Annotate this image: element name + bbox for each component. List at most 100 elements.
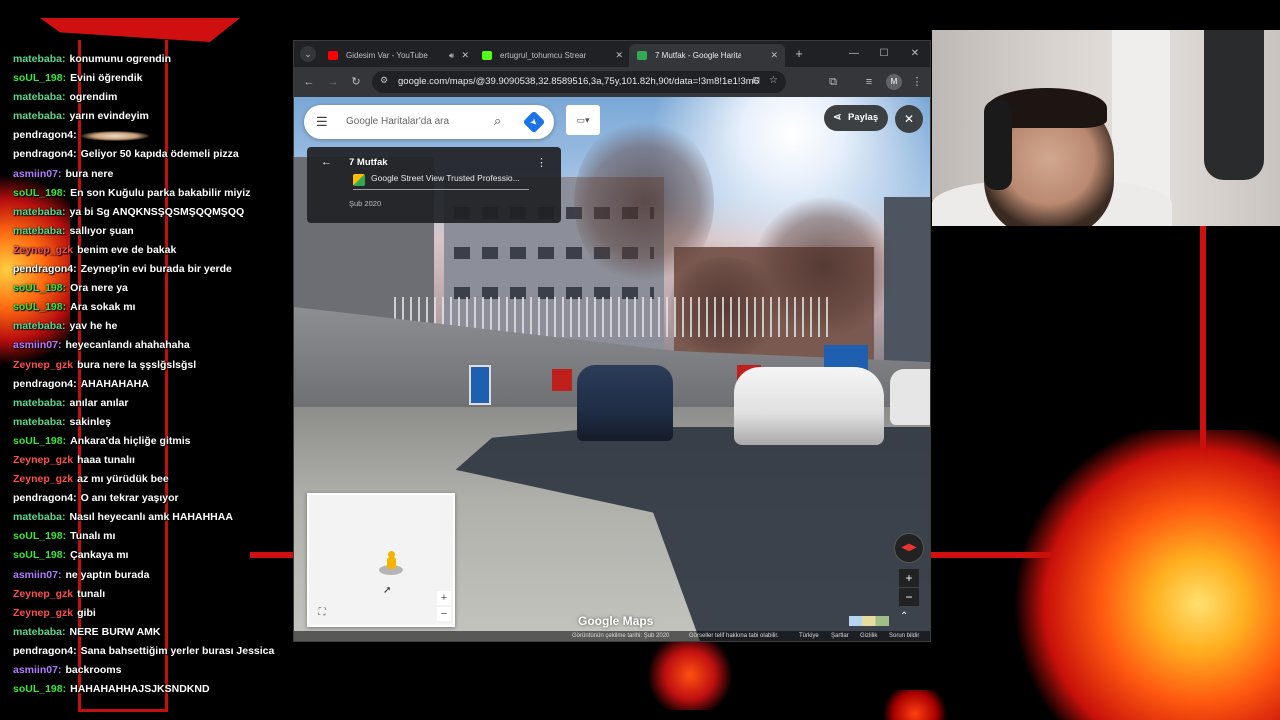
chat-username[interactable]: Zeynep_gzk [13,359,73,371]
back-arrow-icon[interactable]: ← [321,156,332,168]
chat-username[interactable]: Zeynep_gzk [13,607,73,619]
region-link[interactable]: Türkiye [799,631,819,641]
chat-message: matebaba: ogrendim [13,88,303,107]
mini-map[interactable]: ➚ ⛶ + − [307,493,455,627]
site-info-icon[interactable]: ⚙ [380,75,388,86]
chat-username[interactable]: pendragon4: [13,645,77,657]
chat-username[interactable]: soUL_198: [13,301,66,313]
close-tab-icon[interactable]: ✕ [615,44,623,67]
chat-emote-icon [80,130,149,141]
chat-message: soUL_198: Ara sokak mı [13,298,303,317]
forward-icon[interactable]: → [324,73,342,91]
capture-date-text: Görüntünün çekilme tarihi: Şub 2020 [572,633,670,639]
expand-map-icon[interactable]: ⛶ [315,607,329,621]
chat-username[interactable]: matebaba: [13,626,66,638]
close-window-button[interactable]: ✕ [903,44,927,64]
chat-username[interactable]: pendragon4: [13,129,77,141]
pegman-icon[interactable] [379,551,403,575]
chat-username[interactable]: matebaba: [13,91,66,103]
close-tab-icon[interactable]: ✕ [461,44,469,67]
extensions-icon[interactable]: ⧉ [824,73,842,91]
maps-search-box[interactable]: ☰ Google Haritalar'da ara ⌕ ➤ [304,105,554,139]
reload-icon[interactable]: ↻ [347,73,365,91]
more-options-icon[interactable]: ⋮ [536,156,547,169]
terms-link[interactable]: Şartlar [831,631,849,641]
expand-up-icon[interactable]: ⌃ [900,611,908,622]
chat-username[interactable]: matebaba: [13,511,66,523]
search-icon[interactable]: ⌕ [494,113,510,129]
chat-username[interactable]: asmiin07: [13,168,61,180]
profile-avatar[interactable]: M [886,74,902,90]
chat-username[interactable]: pendragon4: [13,148,77,160]
chat-message: pendragon4: O anı tekrar yaşıyor [13,489,303,508]
address-bar[interactable]: ⚙ google.com/maps/@39.9090538,32.8589516… [372,71,786,93]
chat-username[interactable]: matebaba: [13,206,66,218]
media-control-icon[interactable]: ≡ [860,73,878,91]
minimap-zoom-in-button[interactable]: + [437,591,451,605]
zoom-out-button[interactable]: − [899,588,919,606]
chat-username[interactable]: soUL_198: [13,187,66,199]
privacy-link[interactable]: Gizlilik [860,631,877,641]
tab-youtube[interactable]: Gidesim Var - YouTube 🔊︎ ✕ [320,44,476,67]
photo-author-link[interactable]: Google Street View Trusted Professio... [371,173,520,183]
tab-google-maps[interactable]: 7 Mutfak - Google Haritalar ✕ [629,44,785,67]
chat-username[interactable]: matebaba: [13,225,66,237]
zoom-in-button[interactable]: + [899,569,919,587]
chat-username[interactable]: matebaba: [13,416,66,428]
maximize-button[interactable]: ☐ [872,44,896,64]
install-app-icon[interactable]: ⊡ [752,75,760,86]
chat-username[interactable]: matebaba: [13,53,66,65]
chat-username[interactable]: asmiin07: [13,569,61,581]
chat-username[interactable]: pendragon4: [13,378,77,390]
chat-username[interactable]: asmiin07: [13,664,61,676]
hamburger-menu-icon[interactable]: ☰ [316,114,328,130]
chat-username[interactable]: matebaba: [13,320,66,332]
search-input[interactable]: Google Haritalar'da ara [346,105,449,139]
close-tab-icon[interactable]: ✕ [770,44,778,67]
directions-icon[interactable]: ➤ [522,110,546,134]
chat-username[interactable]: asmiin07: [13,339,61,351]
chat-username[interactable]: soUL_198: [13,549,66,561]
new-tab-button[interactable]: + [790,45,808,63]
chat-username[interactable]: soUL_198: [13,282,66,294]
compass-icon[interactable]: ◀▶ [894,533,924,563]
back-icon[interactable]: ← [300,73,318,91]
report-link[interactable]: Sorun bildir [889,631,919,641]
chat-text: ya bi Sg ANQKNSŞQSMŞQQMŞQQ [69,205,245,218]
bookmark-star-icon[interactable]: ☆ [769,75,778,86]
audio-icon[interactable]: 🔊︎ [449,44,454,67]
chat-text: AHAHAHAHA [80,377,149,390]
minimize-button[interactable]: — [842,44,866,64]
street-view-badge-icon [353,174,365,186]
tab-search-button[interactable]: ⌄ [300,46,316,62]
layers-button[interactable]: ▭▾ [566,105,600,135]
chat-username[interactable]: matebaba: [13,110,66,122]
fire-decoration [880,690,950,720]
chat-username[interactable]: Zeynep_gzk [13,454,73,466]
chat-username[interactable]: soUL_198: [13,435,66,447]
google-maps-logo: Google Maps [578,614,654,628]
chat-username[interactable]: Zeynep_gzk [13,473,73,485]
chat-text: O anı tekrar yaşıyor [80,492,179,505]
chat-username[interactable]: Zeynep_gzk [13,244,73,256]
blue-car [577,365,673,441]
chat-username[interactable]: pendragon4: [13,492,77,504]
tab-strip: ⌄ Gidesim Var - YouTube 🔊︎ ✕ ertugrul_to… [294,41,930,67]
street-view[interactable]: ☰ Google Haritalar'da ara ⌕ ➤ ▭▾ ← 7 Mut… [294,97,930,641]
share-button[interactable]: ⋖ Paylaş [824,105,888,131]
chat-username[interactable]: soUL_198: [13,683,66,695]
chat-username[interactable]: soUL_198: [13,530,66,542]
chat-username[interactable]: pendragon4: [13,263,77,275]
chat-text: Zeynep'in evi burada bir yerde [80,263,232,276]
minimap-zoom-out-button[interactable]: − [437,607,451,621]
chat-message: pendragon4: [13,126,303,145]
close-street-view-button[interactable]: ✕ [895,105,923,133]
url-text[interactable]: google.com/maps/@39.9090538,32.8589516,3… [398,71,760,93]
chat-username[interactable]: Zeynep_gzk [13,588,73,600]
chat-username[interactable]: matebaba: [13,397,66,409]
imagery-thumbnails[interactable] [849,616,889,626]
chat-text: Nasıl heyecanlı amk HAHAHHAA [69,511,233,524]
browser-menu-icon[interactable]: ⋮ [908,73,926,91]
chat-username[interactable]: soUL_198: [13,72,66,84]
tab-kick-stream[interactable]: ertugrul_tohumcu Stream - W ✕ [474,44,630,67]
